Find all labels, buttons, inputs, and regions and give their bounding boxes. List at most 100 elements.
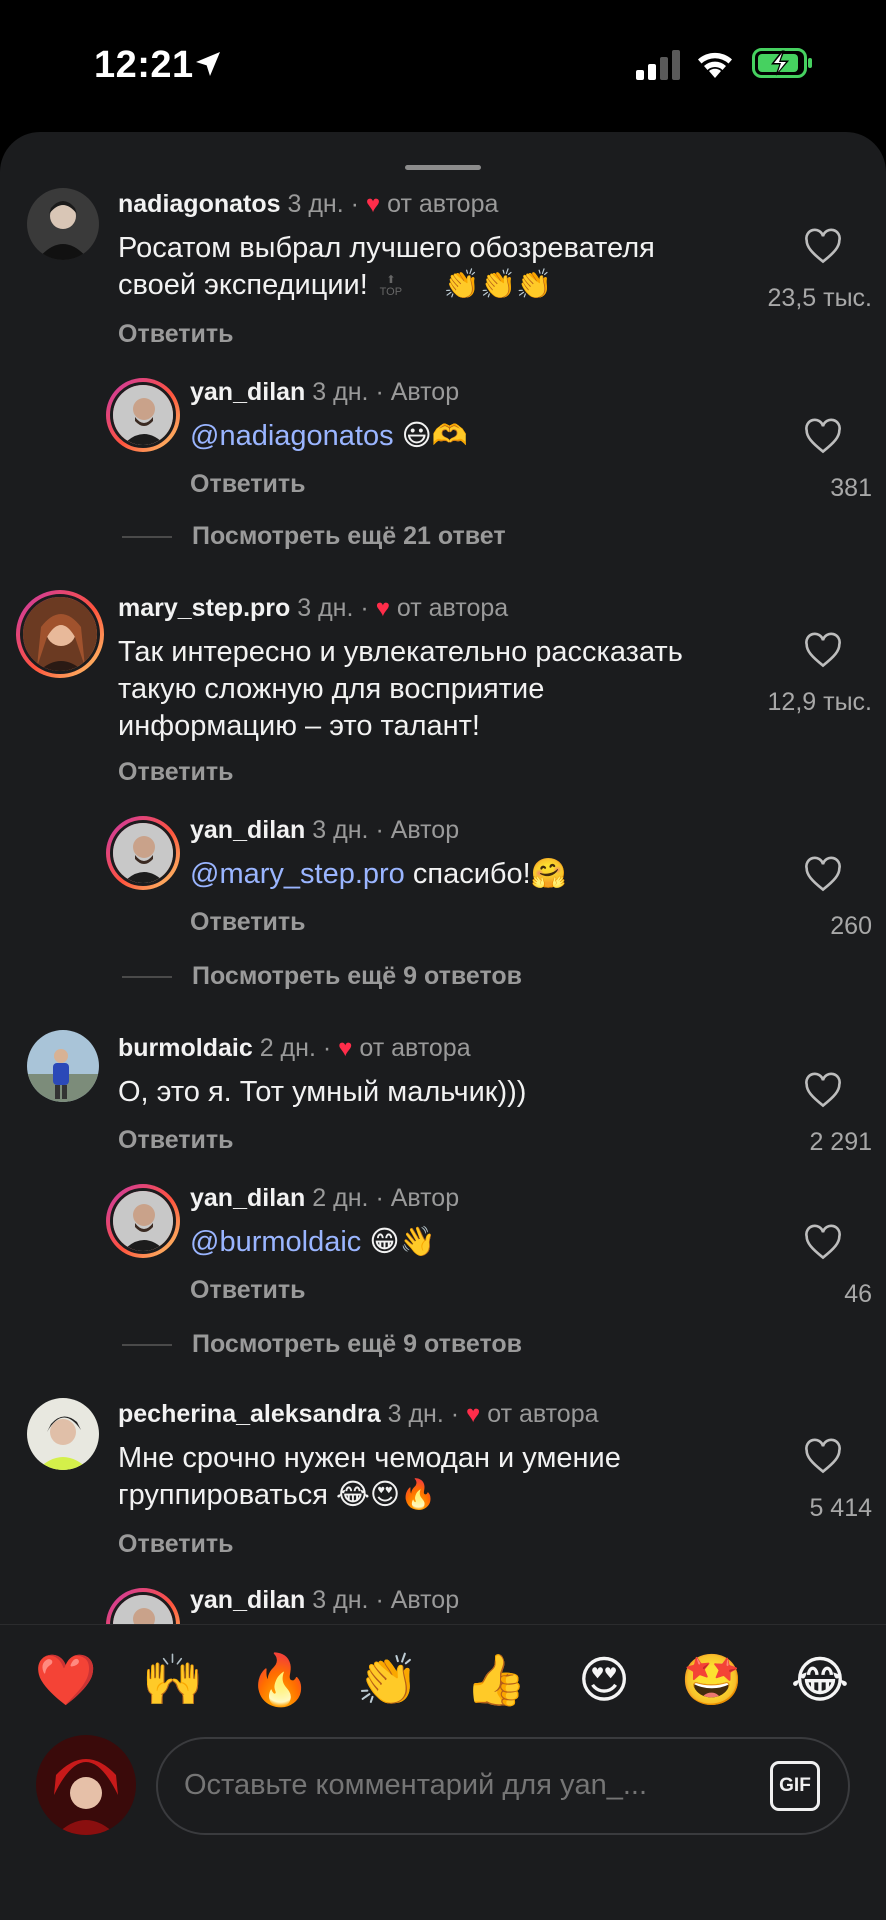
reply-avatar[interactable] xyxy=(106,378,180,452)
separator: · xyxy=(360,594,369,622)
status-bar: 12:21 xyxy=(0,0,886,130)
like-count: 260 xyxy=(830,912,872,940)
reply-avatar[interactable] xyxy=(106,1184,180,1258)
avatar[interactable] xyxy=(27,188,99,260)
reply-body: спасибо!🤗 xyxy=(412,858,567,890)
author-badge: от автора xyxy=(359,1034,471,1062)
username[interactable]: nadiagonatos xyxy=(118,190,281,218)
like-count: 2 291 xyxy=(809,1128,872,1156)
emoji-clapping[interactable]: 👏 xyxy=(348,1651,428,1710)
separator: · xyxy=(350,190,359,218)
author-badge: от автора xyxy=(487,1400,599,1428)
mention-link[interactable]: @burmoldaic xyxy=(190,1226,361,1258)
separator: · xyxy=(322,1034,332,1062)
like-heart-icon[interactable] xyxy=(803,1224,843,1260)
comment-meta: nadiagonatos 3 дн. · ♥ от автора xyxy=(118,190,498,219)
comment-age: 3 дн. xyxy=(297,594,354,622)
divider xyxy=(122,976,172,978)
top-label: TOP xyxy=(379,286,403,299)
author-liked-heart-icon: ♥ xyxy=(466,1401,481,1428)
emoji-heart[interactable]: ❤️ xyxy=(26,1651,106,1710)
view-more-replies[interactable]: Посмотреть ещё 21 ответ xyxy=(192,522,506,551)
comment-text: О, это я. Тот умный мальчик))) xyxy=(118,1076,527,1108)
like-count: 5 414 xyxy=(809,1494,872,1522)
reply-text: @nadiagonatos 😃🫶 xyxy=(190,418,790,455)
like-heart-icon[interactable] xyxy=(803,632,843,668)
reply-body: 😁👋 xyxy=(369,1226,436,1258)
comment-text: Росатом выбрал лучшего обозревателя свое… xyxy=(118,230,708,304)
reply-button[interactable]: Ответить xyxy=(118,758,234,787)
reply-button[interactable]: Ответить xyxy=(190,1276,306,1305)
author-liked-heart-icon: ♥ xyxy=(375,595,390,622)
comment-text: Так интересно и увлекательно рассказать … xyxy=(118,636,683,742)
like-count: 23,5 тыс. xyxy=(767,284,872,312)
like-heart-icon[interactable] xyxy=(803,418,843,454)
reply-meta: yan_dilan 2 дн. · Автор xyxy=(190,1184,459,1213)
my-avatar xyxy=(36,1735,136,1835)
author-liked-heart-icon: ♥ xyxy=(338,1035,353,1062)
avatar[interactable] xyxy=(27,1398,99,1470)
emoji-heart-eyes[interactable]: 😍 xyxy=(564,1651,644,1709)
emoji-star-struck[interactable]: 🤩 xyxy=(672,1651,752,1710)
reply-username[interactable]: yan_dilan xyxy=(190,1184,305,1212)
reply-button[interactable]: Ответить xyxy=(118,1126,234,1155)
location-arrow-icon xyxy=(196,52,220,76)
mention-link[interactable]: @nadiagonatos xyxy=(190,420,394,452)
reply-username[interactable]: yan_dilan xyxy=(190,816,305,844)
like-count: 12,9 тыс. xyxy=(767,688,872,716)
comment-emoji: 👏👏👏 xyxy=(443,269,553,301)
gif-button[interactable]: GIF xyxy=(770,1761,820,1811)
username[interactable]: pecherina_aleksandra xyxy=(118,1400,381,1428)
username[interactable]: burmoldaic xyxy=(118,1034,253,1062)
author-badge: от автора xyxy=(396,594,509,622)
reply-username[interactable]: yan_dilan xyxy=(190,1586,305,1614)
view-more-replies[interactable]: Посмотреть ещё 9 ответов xyxy=(192,962,522,991)
view-more-replies[interactable]: Посмотреть ещё 9 ответов xyxy=(192,1330,522,1359)
cellular-signal-icon xyxy=(636,50,680,80)
like-count: 46 xyxy=(844,1280,872,1308)
reply-body: 😃🫶 xyxy=(401,420,469,452)
like-heart-icon[interactable] xyxy=(803,228,843,264)
author-badge: от автора xyxy=(387,190,499,218)
comment-meta: pecherina_aleksandra 3 дн. · ♥ от автора xyxy=(118,1400,599,1429)
emoji-tears-of-joy[interactable]: 😂 xyxy=(780,1651,860,1709)
comment-meta: mary_step.pro 3 дн. · ♥ от автора xyxy=(118,594,508,623)
reply-age: 2 дн. xyxy=(312,1184,369,1212)
reply-button[interactable]: Ответить xyxy=(190,908,306,937)
reply-meta: yan_dilan 3 дн. · Автор xyxy=(190,1586,459,1615)
comment-composer[interactable]: GIF xyxy=(156,1737,850,1835)
separator: · xyxy=(450,1400,460,1428)
reply-age: 3 дн. xyxy=(312,378,369,406)
divider xyxy=(122,1344,172,1346)
reply-age: 3 дн. xyxy=(312,816,369,844)
emoji-fire[interactable]: 🔥 xyxy=(240,1651,320,1710)
emoji-raised-hands[interactable]: 🙌 xyxy=(133,1651,213,1710)
like-count: 381 xyxy=(830,474,872,502)
like-heart-icon[interactable] xyxy=(803,1072,843,1108)
reply-button[interactable]: Ответить xyxy=(118,1530,234,1559)
comment-input[interactable] xyxy=(184,1769,714,1802)
emoji-thumbs-up[interactable]: 👍 xyxy=(456,1651,536,1710)
mention-link[interactable]: @mary_step.pro xyxy=(190,858,405,890)
reply-role: · Автор xyxy=(375,1184,460,1212)
like-heart-icon[interactable] xyxy=(803,1438,843,1474)
comment-age: 3 дн. xyxy=(287,190,344,218)
reply-role: · Автор xyxy=(375,1586,460,1614)
reply-button[interactable]: Ответить xyxy=(190,470,306,499)
reply-role: · Автор xyxy=(375,378,460,406)
username[interactable]: mary_step.pro xyxy=(118,594,290,622)
wifi-icon xyxy=(698,52,732,78)
comment-meta: burmoldaic 2 дн. · ♥ от автора xyxy=(118,1034,471,1063)
reply-username[interactable]: yan_dilan xyxy=(190,378,305,406)
reply-age: 3 дн. xyxy=(312,1586,369,1614)
like-heart-icon[interactable] xyxy=(803,856,843,892)
sheet-grabber[interactable] xyxy=(405,165,481,170)
reply-avatar[interactable] xyxy=(106,816,180,890)
avatar[interactable] xyxy=(27,1030,99,1102)
divider xyxy=(122,536,172,538)
reply-button[interactable]: Ответить xyxy=(118,320,234,349)
reply-meta: yan_dilan 3 дн. · Автор xyxy=(190,816,459,845)
top-arrow-icon: ⬆ TOP xyxy=(379,274,403,299)
author-liked-heart-icon: ♥ xyxy=(365,191,381,218)
avatar[interactable] xyxy=(16,590,104,678)
